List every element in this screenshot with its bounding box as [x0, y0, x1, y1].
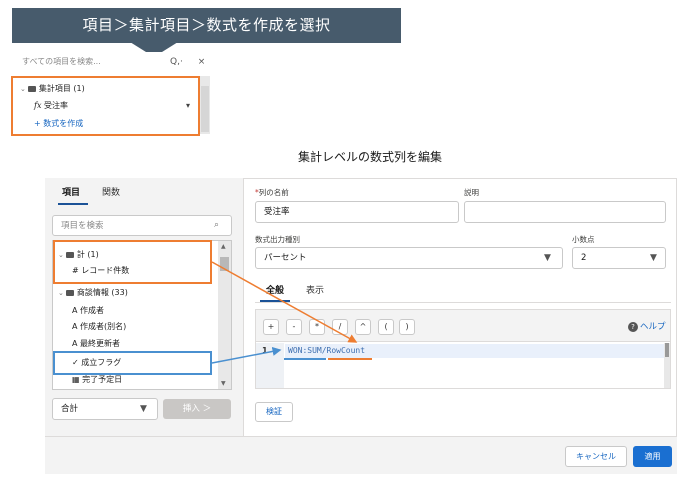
description-input[interactable]: [464, 201, 666, 223]
text-field-icon: A: [72, 306, 78, 315]
operator-close-paren-button[interactable]: ): [399, 319, 415, 335]
highlight-box-orange: [53, 240, 212, 284]
operator-power-button[interactable]: ^: [355, 319, 371, 335]
chevron-down-icon: ▼: [544, 253, 551, 263]
search-icon: ⌕: [214, 220, 220, 230]
tree-group-opportunity[interactable]: ⌄ 商談情報 (33): [58, 287, 128, 299]
tree-item-created-by-alias[interactable]: A 作成者(別名): [72, 321, 126, 333]
chevron-down-icon: ▼: [650, 253, 657, 263]
formula-underline-orange: [328, 358, 372, 360]
operator-open-paren-button[interactable]: (: [378, 319, 394, 335]
chevron-down-icon: ▼: [140, 404, 147, 414]
operator-plus-button[interactable]: +: [263, 319, 279, 335]
line-number: 1: [262, 346, 268, 355]
apply-button[interactable]: 適用: [633, 446, 672, 467]
tab-display[interactable]: 表示: [306, 284, 324, 298]
search-options-icon[interactable]: Q,·: [170, 57, 183, 67]
output-type-select[interactable]: パーセント: [255, 247, 563, 269]
operator-divide-button[interactable]: /: [332, 319, 348, 335]
highlight-box-blue: [53, 351, 212, 375]
search-icon[interactable]: Q,· ×: [170, 54, 210, 70]
modal-title: 集計レベルの数式列を編集: [297, 150, 442, 164]
text-field-icon: A: [72, 322, 78, 331]
scroll-down-icon[interactable]: ▼: [221, 380, 226, 387]
text-field-icon: A: [72, 339, 78, 348]
help-icon: ?: [628, 322, 638, 332]
highlight-box-orange-top: [11, 76, 200, 136]
instruction-banner: 項目＞集計項目＞数式を作成を選択: [12, 8, 401, 43]
help-link[interactable]: ? ヘルプ: [628, 320, 666, 334]
tab-general[interactable]: 全般: [266, 284, 284, 298]
decimal-places-label: 小数点: [572, 235, 595, 244]
line-gutter: [256, 343, 284, 388]
tab-functions[interactable]: 関数: [102, 186, 120, 200]
date-field-icon: ▦: [72, 375, 80, 384]
field-search-input[interactable]: 項目を検索: [52, 215, 232, 236]
editor-scrollbar[interactable]: [664, 343, 670, 388]
formula-underline-blue: [284, 358, 326, 360]
tabs-divider: [255, 302, 671, 303]
tree-item-close-date[interactable]: ▦ 完了予定日: [72, 374, 122, 386]
field-list-scrollbar[interactable]: ▲ ▼: [218, 241, 231, 389]
operator-minus-button[interactable]: -: [286, 319, 302, 335]
formula-text[interactable]: WON:SUM/RowCount: [288, 345, 365, 357]
output-type-label: 数式出力種別: [255, 235, 300, 244]
close-icon[interactable]: ×: [198, 57, 206, 67]
cancel-button[interactable]: キャンセル: [565, 446, 627, 467]
all-fields-search-input[interactable]: すべての項目を検索...: [22, 54, 172, 70]
top-panel-scrollbar[interactable]: [200, 76, 210, 134]
column-name-label: *列の名前: [255, 188, 289, 197]
chevron-down-icon: ⌄: [58, 289, 64, 297]
description-label: 説明: [464, 188, 479, 197]
folder-icon: [65, 289, 74, 296]
insert-button[interactable]: 挿入 ＞: [163, 399, 231, 419]
tree-item-last-modified-by[interactable]: A 最終更新者: [72, 338, 120, 350]
active-tab-indicator: [58, 203, 88, 205]
column-name-input[interactable]: 受注率: [255, 201, 459, 223]
tree-item-created-by[interactable]: A 作成者: [72, 305, 104, 317]
operator-multiply-button[interactable]: *: [309, 319, 325, 335]
validate-button[interactable]: 検証: [255, 402, 293, 422]
scroll-up-icon[interactable]: ▲: [221, 243, 226, 250]
tab-fields[interactable]: 項目: [62, 186, 80, 200]
